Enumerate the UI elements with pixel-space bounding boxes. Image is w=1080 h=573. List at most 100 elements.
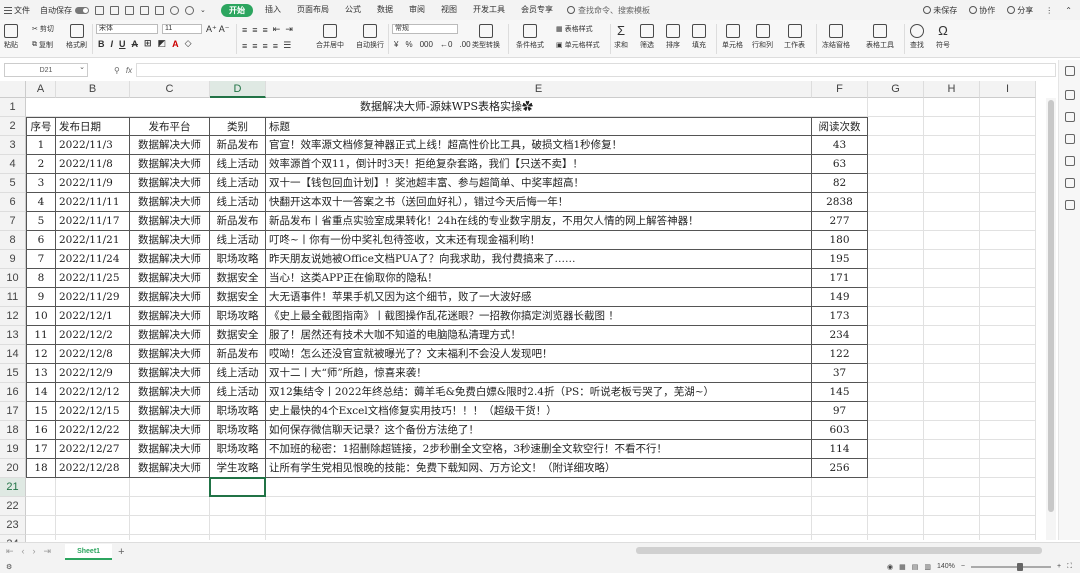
vertical-scroll-thumb[interactable]: [1048, 100, 1054, 512]
add-sheet-icon[interactable]: +: [118, 546, 124, 558]
empty-cell[interactable]: [130, 516, 210, 535]
empty-cell[interactable]: [868, 193, 924, 212]
platform-cell[interactable]: 数据解决大师: [130, 174, 210, 193]
reads-cell[interactable]: 145: [812, 383, 868, 402]
font-name-select[interactable]: 宋体: [96, 24, 158, 34]
empty-cell[interactable]: [980, 345, 1036, 364]
empty-cell[interactable]: [980, 383, 1036, 402]
empty-cell[interactable]: [812, 516, 868, 535]
category-cell[interactable]: 学生攻略: [210, 459, 266, 478]
date-cell[interactable]: 2022/12/15: [56, 402, 130, 421]
strikethrough-icon[interactable]: A: [132, 39, 139, 49]
reads-cell[interactable]: 阅读次数: [812, 117, 868, 136]
platform-cell[interactable]: 数据解决大师: [130, 193, 210, 212]
empty-cell[interactable]: [868, 307, 924, 326]
sidebar-style-icon[interactable]: [1065, 90, 1075, 100]
file-menu[interactable]: 文件: [0, 5, 34, 16]
border-icon[interactable]: ⊞: [144, 38, 152, 49]
row-header[interactable]: 5: [0, 174, 26, 193]
empty-cell[interactable]: [868, 421, 924, 440]
reads-cell[interactable]: 2838: [812, 193, 868, 212]
platform-cell[interactable]: 数据解决大师: [130, 212, 210, 231]
empty-cell[interactable]: [812, 535, 868, 540]
category-cell[interactable]: 职场攻略: [210, 250, 266, 269]
empty-cell[interactable]: [924, 193, 980, 212]
seq-cell[interactable]: 6: [26, 231, 56, 250]
empty-cell[interactable]: [924, 497, 980, 516]
row-header[interactable]: 7: [0, 212, 26, 231]
empty-cell[interactable]: [924, 269, 980, 288]
merge-center-button[interactable]: 合并居中: [316, 24, 344, 50]
row-header[interactable]: 3: [0, 136, 26, 155]
category-cell[interactable]: 职场攻略: [210, 402, 266, 421]
tab-developer[interactable]: 开发工具: [465, 0, 513, 20]
title-cell[interactable]: 《史上最全截图指南》丨截图操作乱花迷眼？一招教你搞定浏览器长截图 ！: [266, 307, 812, 326]
title-cell[interactable]: 史上最快的4个Excel文档修复实用技巧！！！（超级干货！）: [266, 402, 812, 421]
row-header[interactable]: 21: [0, 478, 26, 497]
empty-cell[interactable]: [924, 250, 980, 269]
platform-cell[interactable]: 数据解决大师: [130, 326, 210, 345]
date-cell[interactable]: 2022/11/25: [56, 269, 130, 288]
select-all-corner[interactable]: [0, 81, 26, 98]
category-cell[interactable]: 线上活动: [210, 193, 266, 212]
empty-cell[interactable]: [56, 535, 130, 540]
empty-cell[interactable]: [924, 307, 980, 326]
seq-cell[interactable]: 2: [26, 155, 56, 174]
date-cell[interactable]: 2022/12/2: [56, 326, 130, 345]
open-icon[interactable]: [110, 5, 119, 15]
reads-cell[interactable]: 173: [812, 307, 868, 326]
seq-cell[interactable]: 12: [26, 345, 56, 364]
empty-cell[interactable]: [26, 497, 56, 516]
category-cell[interactable]: 线上活动: [210, 364, 266, 383]
tab-insert[interactable]: 插入: [257, 0, 289, 20]
row-header[interactable]: 4: [0, 155, 26, 174]
eye-protect-icon[interactable]: ◉: [887, 563, 893, 571]
column-header-b[interactable]: B: [56, 81, 130, 98]
empty-cell[interactable]: [980, 440, 1036, 459]
tab-home[interactable]: 开始: [221, 3, 253, 17]
row-col-button[interactable]: 行和列: [752, 24, 773, 50]
empty-cell[interactable]: [924, 440, 980, 459]
row-header[interactable]: 1: [0, 98, 26, 117]
customize-chevron-icon[interactable]: ⌄: [200, 6, 209, 15]
normal-view-icon[interactable]: ▦: [899, 563, 906, 571]
empty-cell[interactable]: [868, 269, 924, 288]
date-cell[interactable]: 2022/11/11: [56, 193, 130, 212]
date-cell[interactable]: 发布日期: [56, 117, 130, 136]
empty-cell[interactable]: [26, 516, 56, 535]
zoom-in-icon[interactable]: +: [1057, 563, 1061, 570]
reads-cell[interactable]: 195: [812, 250, 868, 269]
empty-cell[interactable]: [924, 231, 980, 250]
column-header-f[interactable]: F: [812, 81, 868, 98]
empty-cell[interactable]: [980, 193, 1036, 212]
date-cell[interactable]: 2022/11/17: [56, 212, 130, 231]
empty-cell[interactable]: [980, 535, 1036, 540]
formula-input[interactable]: [136, 63, 1056, 77]
empty-cell[interactable]: [924, 212, 980, 231]
empty-cell[interactable]: [924, 364, 980, 383]
empty-cell[interactable]: [812, 497, 868, 516]
unsaved-indicator[interactable]: 未保存: [923, 5, 957, 16]
title-cell[interactable]: 叮咚~丨你有一份中奖礼包待签收，文末还有现金福利哟！: [266, 231, 812, 250]
empty-cell[interactable]: [266, 478, 812, 497]
date-cell[interactable]: 2022/11/29: [56, 288, 130, 307]
empty-cell[interactable]: [868, 345, 924, 364]
title-cell[interactable]: 让所有学生党相见恨晚的技能：免费下载知网、万方论文！（附详细攻略）: [266, 459, 812, 478]
seq-cell[interactable]: 14: [26, 383, 56, 402]
date-cell[interactable]: 2022/12/9: [56, 364, 130, 383]
command-search[interactable]: 查找命令、搜索模板: [567, 5, 650, 16]
align-horizontal-group[interactable]: ≡ ≡ ≡ ≡ ☰: [242, 40, 291, 51]
category-cell[interactable]: 新品发布: [210, 212, 266, 231]
row-header[interactable]: 18: [0, 421, 26, 440]
find-button[interactable]: 查找: [910, 24, 924, 50]
title-cell[interactable]: 当心！这类APP正在偷取你的隐私！: [266, 269, 812, 288]
empty-cell[interactable]: [266, 497, 812, 516]
more-icon[interactable]: ⋮: [1045, 6, 1053, 15]
clear-format-icon[interactable]: ◇: [185, 38, 192, 49]
select-icon[interactable]: [1065, 66, 1075, 76]
seq-cell[interactable]: 11: [26, 326, 56, 345]
seq-cell[interactable]: 3: [26, 174, 56, 193]
fx-icon[interactable]: fx: [126, 66, 132, 75]
empty-cell[interactable]: [924, 402, 980, 421]
row-header[interactable]: 6: [0, 193, 26, 212]
